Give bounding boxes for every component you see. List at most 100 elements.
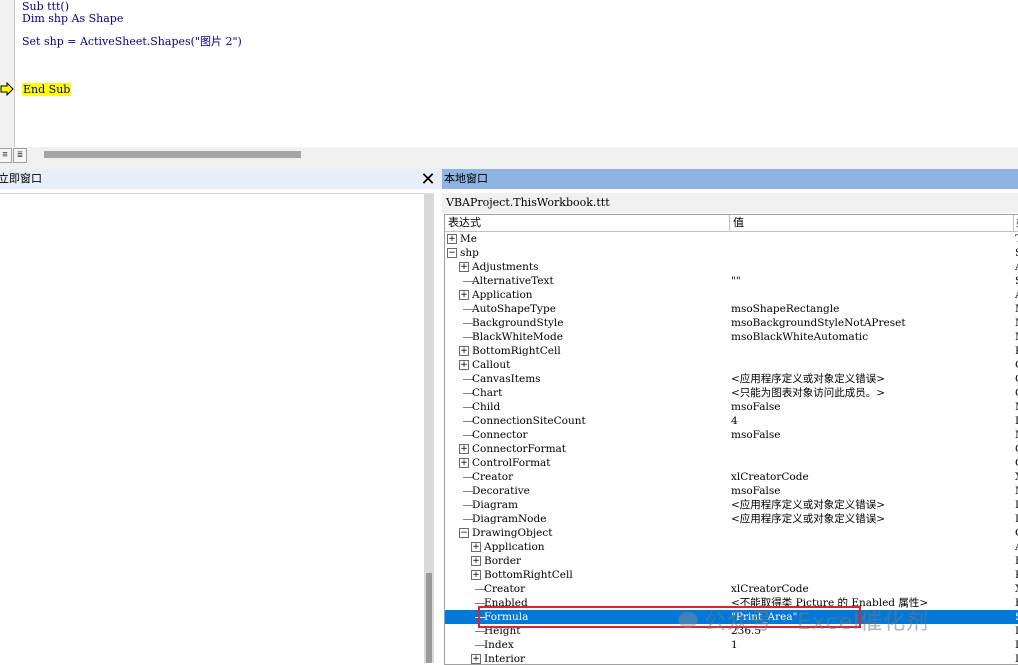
execution-pointer-icon: [0, 82, 14, 96]
expand-icon[interactable]: +: [471, 556, 481, 566]
row-expression: Chart: [472, 387, 503, 399]
collapse-icon[interactable]: −: [447, 248, 457, 258]
expand-icon[interactable]: +: [459, 290, 469, 300]
locals-row[interactable]: +MeT: [445, 232, 1018, 246]
row-expression: Application: [484, 541, 545, 553]
locals-row[interactable]: ConnectionSiteCount4L: [445, 414, 1018, 428]
code-margin-indicator-bar[interactable]: [0, 0, 15, 148]
row-expression: shp: [460, 247, 479, 259]
locals-row[interactable]: CreatorxlCreatorCodeX: [445, 582, 1018, 596]
row-value[interactable]: msoFalse: [731, 428, 780, 442]
locals-row[interactable]: −DrawingObjectO: [445, 526, 1018, 540]
column-header-value[interactable]: 值: [733, 215, 744, 231]
expand-icon[interactable]: +: [459, 262, 469, 272]
row-expression: CanvasItems: [472, 373, 541, 385]
watermark: 公众号 · Excel催化剂: [704, 610, 930, 635]
locals-row[interactable]: +AdjustmentsA: [445, 260, 1018, 274]
row-value[interactable]: msoFalse: [731, 400, 780, 414]
expand-icon[interactable]: +: [459, 458, 469, 468]
expand-icon[interactable]: +: [459, 444, 469, 454]
row-expression: ConnectionSiteCount: [472, 415, 586, 427]
locals-row[interactable]: +ApplicationA: [445, 540, 1018, 554]
locals-row[interactable]: CanvasItems<应用程序定义或对象定义错误>C: [445, 372, 1018, 386]
column-header-expression[interactable]: 表达式: [448, 215, 481, 231]
row-value[interactable]: msoBackgroundStyleNotAPreset: [731, 316, 906, 330]
row-value[interactable]: <只能为图表对象访问此成员。>: [731, 386, 885, 400]
code-window[interactable]: Sub ttt() Dim shp As Shape Set shp = Act…: [0, 0, 1018, 148]
locals-row[interactable]: +BorderB: [445, 554, 1018, 568]
row-expression: Child: [472, 401, 501, 413]
row-value[interactable]: msoBlackWhiteAutomatic: [731, 330, 868, 344]
locals-row[interactable]: DecorativemsoFalseM: [445, 484, 1018, 498]
locals-row[interactable]: Chart<只能为图表对象访问此成员。>C: [445, 386, 1018, 400]
locals-row[interactable]: BackgroundStyle msoBackgroundStyleNotAPre…: [445, 316, 1018, 330]
row-expression: Interior: [484, 653, 526, 665]
locals-context-label: VBAProject.ThisWorkbook.ttt: [446, 196, 610, 209]
locals-row[interactable]: DiagramNode<应用程序定义或对象定义错误>D: [445, 512, 1018, 526]
immediate-window-body[interactable]: [0, 193, 424, 664]
row-expression: Callout: [472, 359, 511, 371]
row-expression: Adjustments: [472, 261, 539, 273]
code-line-current[interactable]: End Sub: [22, 83, 72, 96]
row-expression: BottomRightCell: [484, 569, 573, 581]
row-expression: BottomRightCell: [472, 345, 561, 357]
row-expression: AutoShapeType: [472, 303, 556, 315]
row-value[interactable]: xlCreatorCode: [731, 582, 809, 596]
locals-row[interactable]: +BottomRightCellR: [445, 344, 1018, 358]
row-value[interactable]: <应用程序定义或对象定义错误>: [731, 512, 885, 526]
locals-row[interactable]: +BottomRightCellR: [445, 568, 1018, 582]
row-expression: Creator: [484, 583, 526, 595]
close-icon[interactable]: ✕: [419, 170, 437, 190]
full-module-view-icon[interactable]: ≣: [13, 148, 27, 163]
row-expression: ConnectorFormat: [472, 443, 567, 455]
locals-row[interactable]: BlackWhiteModemsoBlackWhiteAutomaticM: [445, 330, 1018, 344]
locals-row[interactable]: +InteriorI: [445, 652, 1018, 665]
locals-context[interactable]: VBAProject.ThisWorkbook.ttt: [442, 193, 1018, 213]
locals-row[interactable]: CreatorxlCreatorCodeX: [445, 470, 1018, 484]
scroll-thumb[interactable]: [426, 573, 432, 663]
column-divider[interactable]: [1013, 215, 1014, 231]
code-line-3[interactable]: Set shp = ActiveSheet.Shapes("图片 2"): [22, 35, 242, 48]
locals-row[interactable]: ConnectormsoFalseM: [445, 428, 1018, 442]
locals-row[interactable]: Index1L: [445, 638, 1018, 652]
row-value[interactable]: xlCreatorCode: [731, 470, 809, 484]
row-expression: DiagramNode: [472, 513, 547, 525]
locals-row[interactable]: Diagram<应用程序定义或对象定义错误>D: [445, 498, 1018, 512]
row-expression: BackgroundStyle: [472, 317, 564, 329]
code-line-2[interactable]: Dim shp As Shape: [22, 12, 123, 25]
row-value[interactable]: <应用程序定义或对象定义错误>: [731, 498, 885, 512]
immediate-vertical-scrollbar[interactable]: [424, 193, 434, 663]
immediate-window-title: 立即窗口: [0, 172, 42, 185]
locals-grid[interactable]: 表达式 值 类 +MeT−shpS+AdjustmentsAAlternativ…: [444, 214, 1018, 665]
row-value[interactable]: <应用程序定义或对象定义错误>: [731, 372, 885, 386]
locals-row[interactable]: AutoShapeTypemsoShapeRectangleM: [445, 302, 1018, 316]
row-value[interactable]: "": [731, 274, 741, 288]
expand-icon[interactable]: +: [447, 234, 457, 244]
row-value[interactable]: 1: [731, 638, 738, 652]
row-value[interactable]: 4: [731, 414, 738, 428]
row-value[interactable]: msoFalse: [731, 484, 780, 498]
row-expression: Index: [484, 639, 514, 651]
expand-icon[interactable]: +: [471, 570, 481, 580]
row-value[interactable]: msoShapeRectangle: [731, 302, 839, 316]
procedure-view-icon[interactable]: ≡: [0, 148, 12, 163]
locals-window-titlebar: 本地窗口: [442, 169, 1018, 189]
code-scroll-thumb[interactable]: [44, 151, 301, 158]
locals-row[interactable]: +CalloutC: [445, 358, 1018, 372]
column-divider[interactable]: [729, 215, 730, 231]
expand-icon[interactable]: +: [459, 346, 469, 356]
locals-row[interactable]: +ApplicationA: [445, 288, 1018, 302]
collapse-icon[interactable]: −: [459, 528, 469, 538]
row-expression: AlternativeText: [472, 275, 554, 287]
row-expression: Creator: [472, 471, 514, 483]
row-expression: Me: [460, 233, 477, 245]
locals-row[interactable]: −shpS: [445, 246, 1018, 260]
locals-row[interactable]: ChildmsoFalseM: [445, 400, 1018, 414]
expand-icon[interactable]: +: [459, 360, 469, 370]
locals-row[interactable]: AlternativeText""S: [445, 274, 1018, 288]
row-expression: Application: [472, 289, 533, 301]
expand-icon[interactable]: +: [471, 542, 481, 552]
locals-row[interactable]: +ConnectorFormatC: [445, 442, 1018, 456]
locals-row[interactable]: +ControlFormatC: [445, 456, 1018, 470]
row-expression: BlackWhiteMode: [472, 331, 563, 343]
